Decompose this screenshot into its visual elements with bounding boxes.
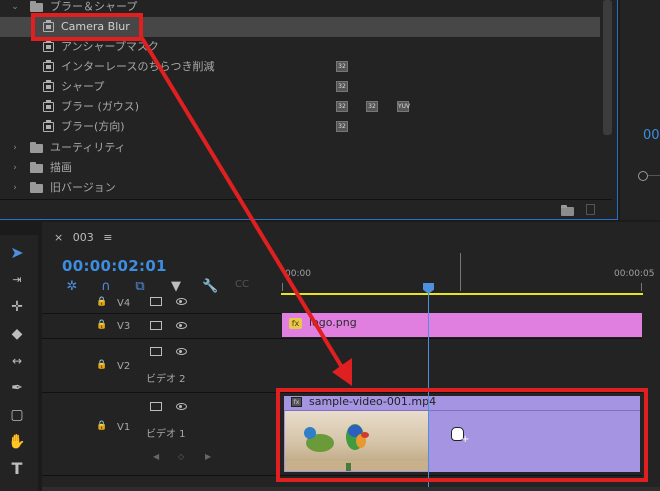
annotation-arrow xyxy=(140,36,352,386)
